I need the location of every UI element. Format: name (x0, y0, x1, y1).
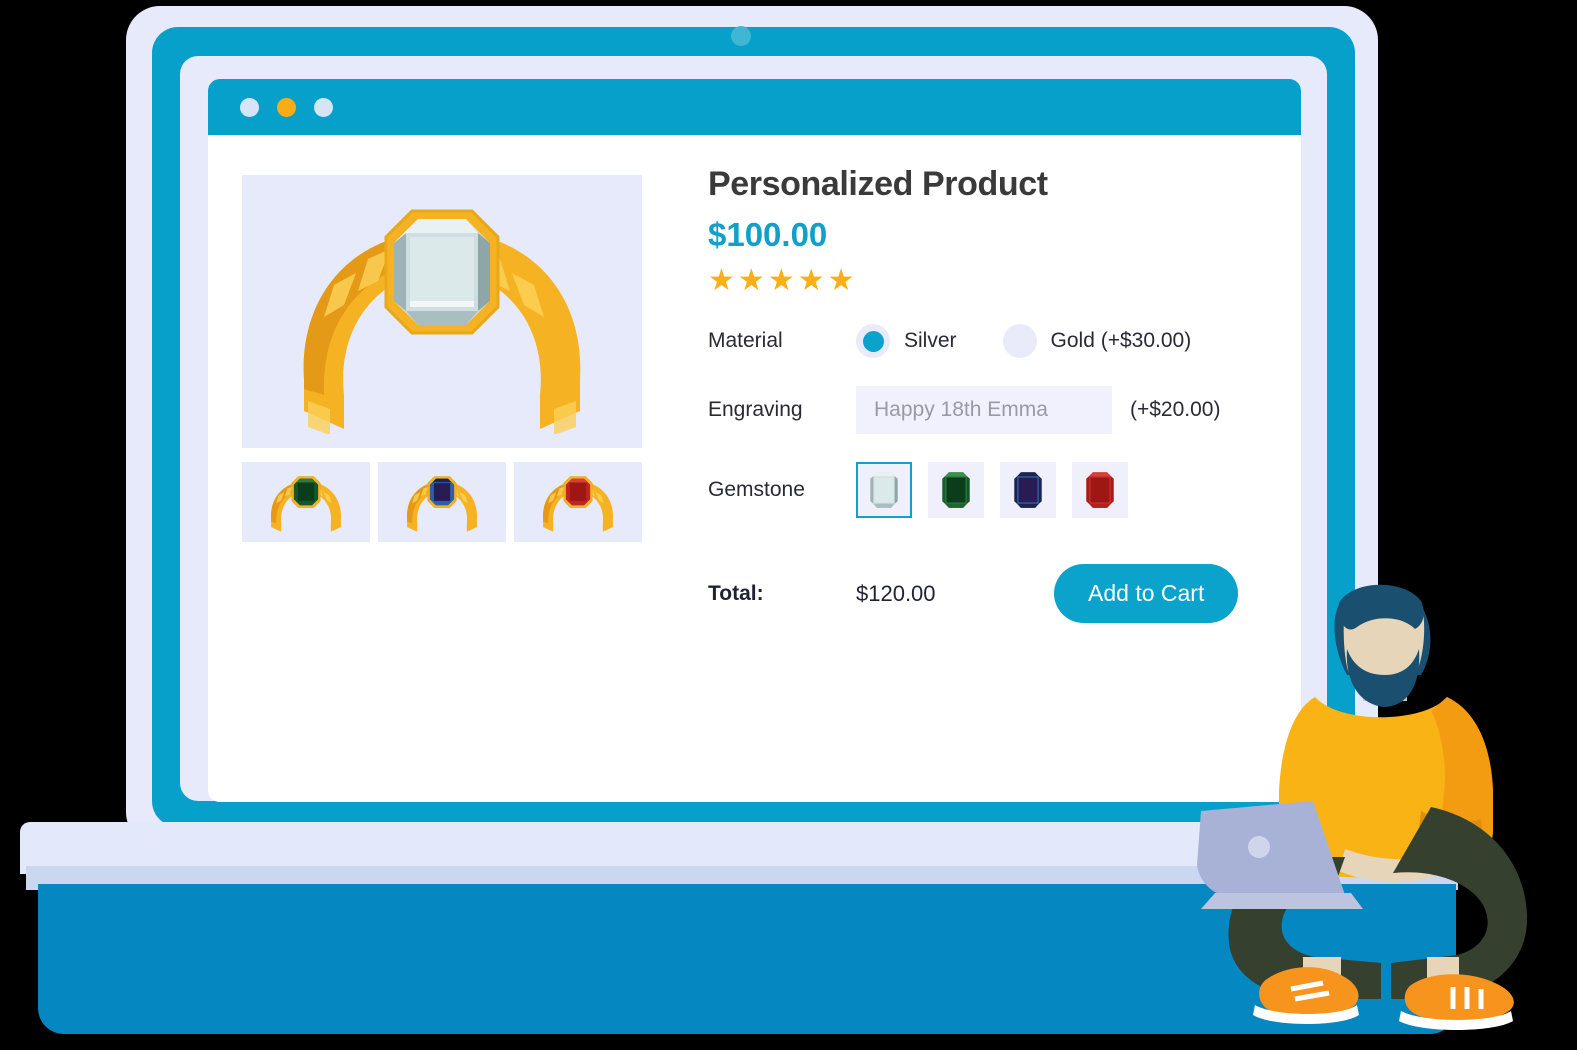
thumbnail-bracelet-ruby[interactable] (514, 462, 642, 542)
star-icon: ★ (827, 264, 855, 297)
material-label: Material (708, 329, 783, 352)
engraving-option-row: Engraving (+$20.00) (708, 386, 1268, 434)
bracelet-ruby-illustration (542, 476, 614, 532)
thumbnail-strip (242, 462, 642, 542)
person-laptop-base (1201, 893, 1363, 909)
emerald-gem-icon (942, 472, 970, 508)
material-option-gold-label: Gold (+$30.00) (1050, 329, 1192, 352)
star-icon: ★ (767, 264, 795, 297)
engraving-label: Engraving (708, 398, 803, 421)
person-illustration (1197, 584, 1528, 1030)
gemstone-swatch-emerald[interactable] (928, 462, 984, 518)
star-icon: ★ (737, 264, 765, 297)
gemstone-swatch-sapphire[interactable] (1000, 462, 1056, 518)
shoe-left (1404, 974, 1514, 1022)
browser-titlebar (208, 79, 1301, 135)
laptop-logo-icon (1248, 836, 1270, 858)
gemstone-swatch-ruby[interactable] (1072, 462, 1128, 518)
maximize-dot[interactable] (277, 97, 296, 117)
product-gallery (242, 175, 642, 542)
thumbnail-bracelet-emerald[interactable] (242, 462, 370, 542)
star-icon: ★ (708, 264, 735, 297)
close-dot[interactable] (314, 97, 333, 117)
diamond-gem-icon (870, 472, 898, 508)
thumbnail-bracelet-sapphire[interactable] (378, 462, 506, 542)
gemstone-swatch-group (856, 462, 1128, 518)
sapphire-gem-icon (1014, 472, 1042, 508)
star-icon: ★ (797, 264, 825, 297)
total-label: Total: (708, 581, 764, 605)
gemstone-label: Gemstone (708, 478, 805, 501)
engraving-input[interactable] (856, 386, 1112, 434)
hero-product-image[interactable] (242, 175, 642, 448)
engraving-surcharge: (+$20.00) (1130, 398, 1221, 421)
material-option-silver-label: Silver (904, 329, 957, 352)
browser-window: Personalized Product $100.00 ★ ★ ★ ★ ★ M… (208, 79, 1301, 802)
bracelet-diamond-illustration (303, 209, 581, 434)
rating-stars: ★ ★ ★ ★ ★ (708, 266, 1268, 296)
webcam-icon (731, 26, 751, 46)
bracelet-sapphire-illustration (406, 476, 478, 532)
material-option-row: Material Silver Gold (+$30.00) (708, 324, 1268, 358)
minimize-dot[interactable] (240, 97, 259, 117)
material-option-silver[interactable]: Silver (856, 324, 957, 358)
bracelet-emerald-illustration (270, 476, 342, 532)
page-title: Personalized Product (708, 165, 1048, 203)
radio-selected-icon[interactable] (856, 324, 890, 358)
material-radio-group: Silver Gold (+$30.00) (856, 324, 1191, 358)
laptop-illustration: Personalized Product $100.00 ★ ★ ★ ★ ★ M… (0, 0, 1577, 1050)
gemstone-swatch-diamond[interactable] (856, 462, 912, 518)
ruby-gem-icon (1086, 472, 1114, 508)
product-details: Personalized Product $100.00 ★ ★ ★ ★ ★ M… (708, 165, 1268, 623)
product-page: Personalized Product $100.00 ★ ★ ★ ★ ★ M… (208, 135, 1301, 802)
product-price: $100.00 (708, 216, 828, 253)
radio-unselected-icon[interactable] (1002, 324, 1037, 358)
material-option-gold[interactable]: Gold (+$30.00) (1002, 324, 1192, 358)
order-summary-row: Total: $120.00 Add to Cart (708, 564, 1268, 623)
total-value: $120.00 (856, 580, 936, 606)
gemstone-option-row: Gemstone (708, 462, 1268, 518)
mouth (1373, 667, 1395, 674)
